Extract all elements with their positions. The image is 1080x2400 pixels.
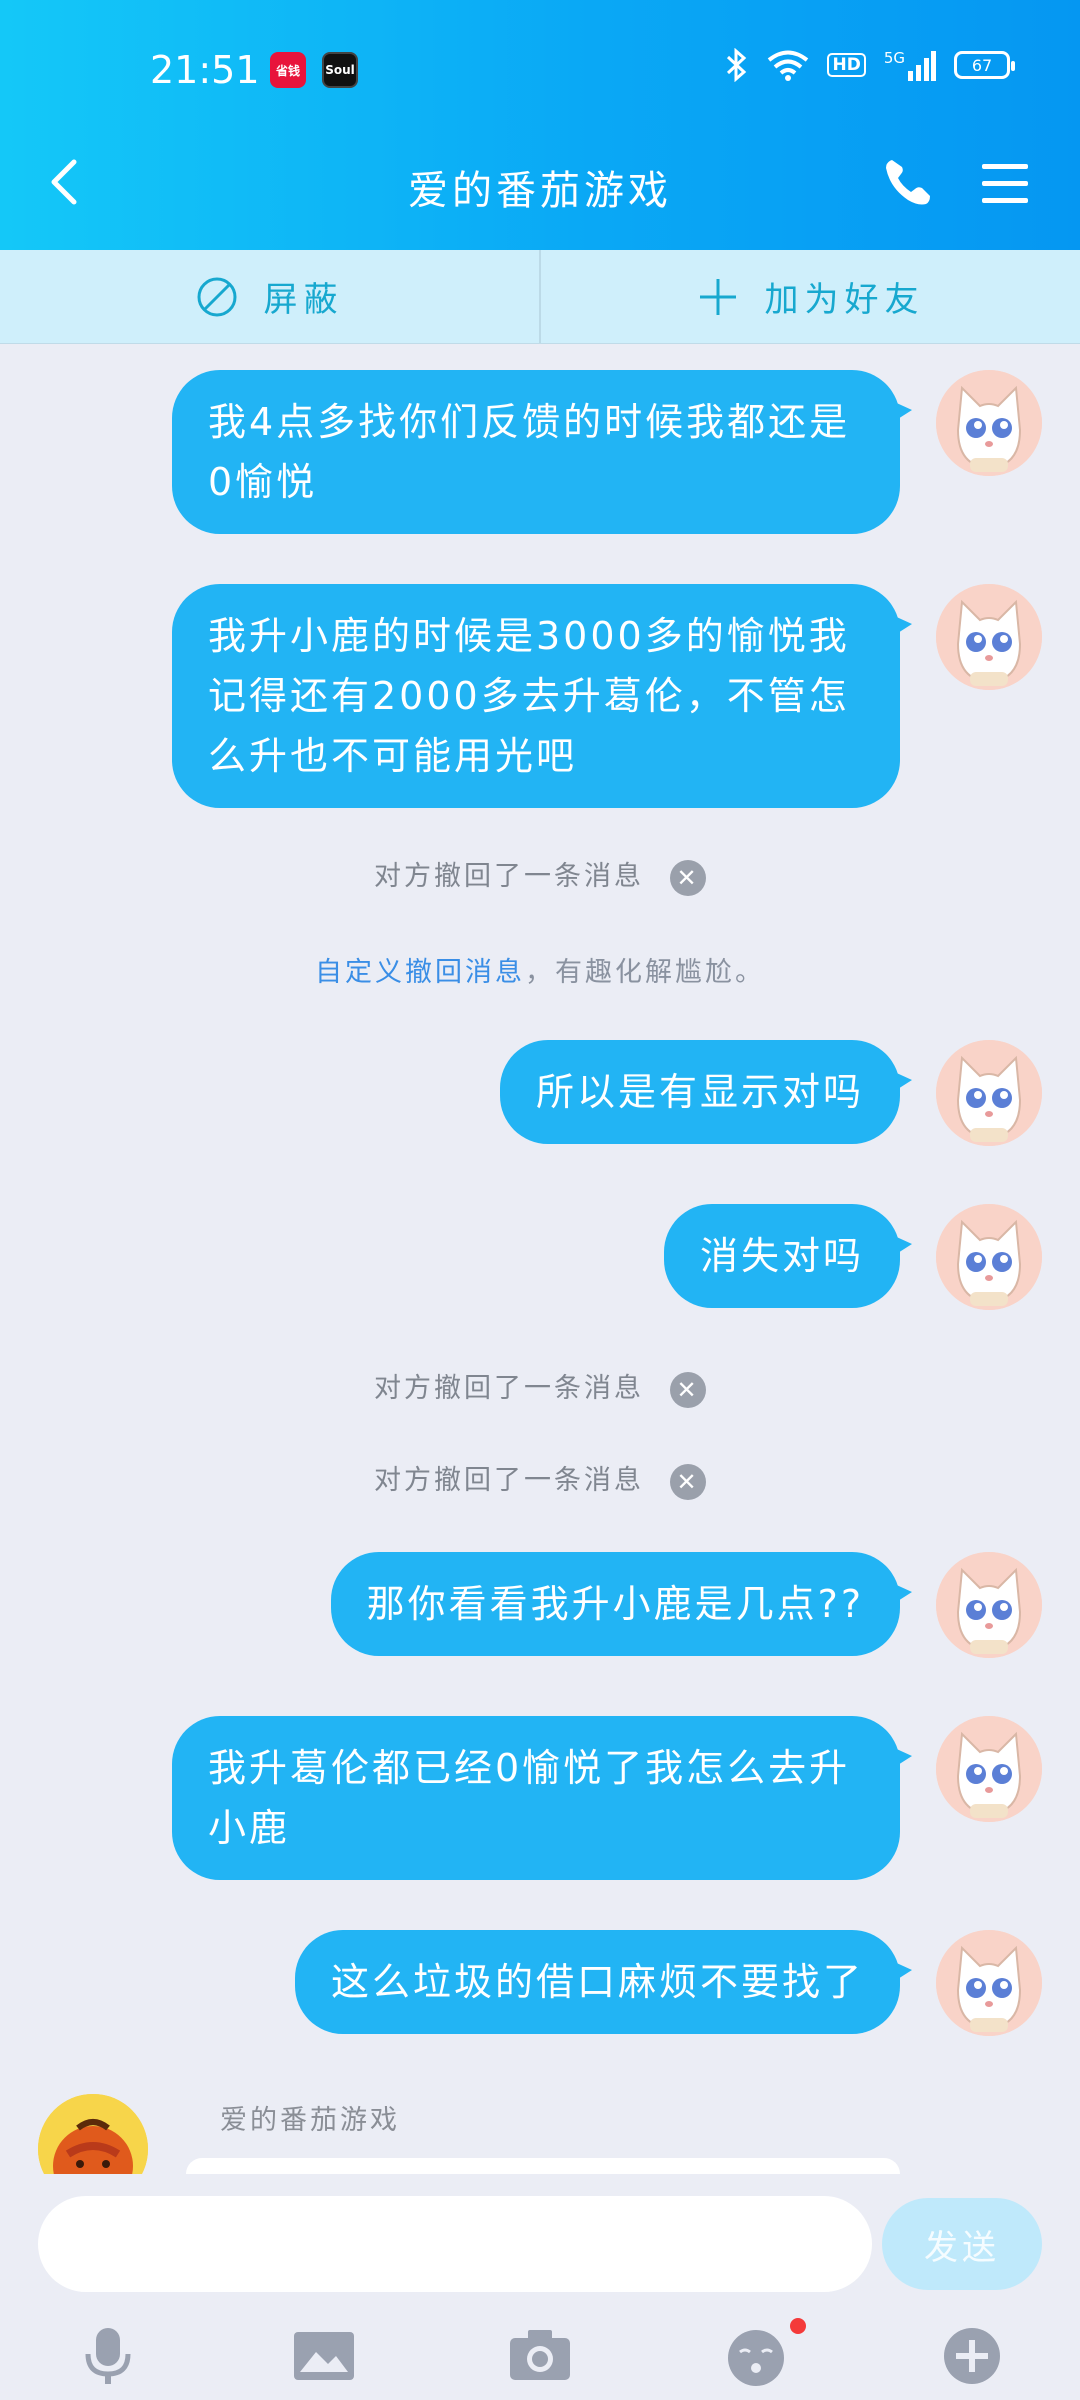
outgoing-message-bubble[interactable]: 我4点多找你们反馈的时候我都还是0愉悦 — [172, 370, 912, 534]
message-text: 这么垃圾的借口麻烦不要找了 — [330, 1960, 864, 2004]
wifi-icon — [768, 50, 809, 81]
message-text: 我升小鹿的时候是3000多的愉悦我记得还有2000多去升葛伦，不管怎么升也不可能… — [208, 614, 850, 778]
block-icon — [197, 277, 236, 316]
bluetooth-icon — [727, 48, 747, 82]
outgoing-message-bubble[interactable]: 那你看看我升小鹿是几点?? — [330, 1552, 913, 1656]
avatar[interactable] — [936, 584, 1042, 690]
tip-text: ，有趣化解尴尬。 — [525, 957, 765, 988]
close-icon[interactable]: ✕ — [670, 1463, 706, 1500]
recall-tip: 自定义撤回消息，有趣化解尴尬。 — [0, 950, 1080, 989]
close-icon[interactable]: ✕ — [670, 859, 706, 896]
outgoing-message-bubble[interactable]: 所以是有显示对吗 — [499, 1040, 913, 1144]
send-button[interactable]: 发送 — [882, 2198, 1042, 2290]
message-text: 我升葛伦都已经0愉悦了我怎么去升小鹿 — [208, 1746, 851, 1850]
app-badge-shengqian: 省钱 — [270, 52, 306, 88]
outgoing-message-bubble[interactable]: 我升葛伦都已经0愉悦了我怎么去升小鹿 — [172, 1716, 912, 1880]
add-friend-button[interactable]: 加为好友 — [539, 250, 1080, 343]
block-label: 屏蔽 — [263, 280, 344, 320]
avatar[interactable] — [936, 1204, 1042, 1310]
message-text: 消失对吗 — [699, 1234, 864, 1278]
stranger-action-bar: 屏蔽 加为好友 — [0, 250, 1080, 344]
cat-avatar-icon — [936, 1716, 1042, 1822]
recalled-text: 对方撤回了一条消息 — [374, 861, 644, 892]
notification-dot — [790, 2318, 806, 2334]
phone-icon[interactable] — [880, 154, 936, 210]
status-icons: HD 5G 67 — [723, 48, 1015, 82]
cat-avatar-icon — [936, 1040, 1042, 1146]
camera-icon[interactable] — [508, 2324, 572, 2388]
signal-indicator: 5G — [884, 49, 936, 81]
sender-name: 爱的番茄游戏 — [220, 2105, 400, 2136]
cat-avatar-icon — [936, 1552, 1042, 1658]
plus-icon — [699, 278, 736, 315]
emoji-icon[interactable] — [724, 2324, 788, 2388]
status-bar: 21:51 省钱 Soul HD 5G 67 — [0, 40, 1080, 104]
signal-icon — [908, 51, 936, 81]
cat-avatar-icon — [936, 1930, 1042, 2036]
message-text: 那你看看我升小鹿是几点?? — [366, 1582, 864, 1626]
recalled-notice: 对方撤回了一条消息 ✕ — [0, 854, 1080, 896]
hd-indicator: HD — [827, 53, 866, 77]
outgoing-message-bubble[interactable]: 这么垃圾的借口麻烦不要找了 — [294, 1930, 913, 2034]
add-friend-label: 加为好友 — [764, 280, 925, 320]
chat-header: 21:51 省钱 Soul HD 5G 67 爱的番茄游戏 — [0, 0, 1080, 250]
avatar[interactable] — [936, 1552, 1042, 1658]
avatar[interactable] — [936, 370, 1042, 476]
image-icon[interactable] — [292, 2324, 356, 2388]
cat-avatar-icon — [936, 370, 1042, 476]
message-text: 我4点多找你们反馈的时候我都还是0愉悦 — [208, 400, 851, 504]
avatar[interactable] — [936, 1040, 1042, 1146]
chat-message-list[interactable]: 我4点多找你们反馈的时候我都还是0愉悦 我升小鹿的时候是3000多的愉悦我记得还… — [0, 344, 1080, 2174]
recalled-text: 对方撤回了一条消息 — [374, 1465, 644, 1496]
nav-bar: 爱的番茄游戏 — [0, 130, 1080, 240]
close-icon[interactable]: ✕ — [670, 1371, 706, 1408]
plus-icon[interactable] — [940, 2324, 1004, 2388]
menu-icon[interactable] — [978, 156, 1032, 210]
cat-avatar-icon — [936, 584, 1042, 690]
outgoing-message-bubble[interactable]: 我升小鹿的时候是3000多的愉悦我记得还有2000多去升葛伦，不管怎么升也不可能… — [172, 584, 912, 808]
incoming-message-bubble[interactable] — [186, 2158, 900, 2174]
cat-avatar-icon — [936, 1204, 1042, 1310]
battery-indicator: 67 — [954, 51, 1015, 79]
status-time: 21:51 — [150, 48, 260, 92]
avatar[interactable] — [936, 1930, 1042, 2036]
recalled-text: 对方撤回了一条消息 — [374, 1373, 644, 1404]
avatar[interactable] — [936, 1716, 1042, 1822]
app-badge-soul: Soul — [322, 52, 358, 88]
message-input[interactable] — [38, 2196, 872, 2292]
outgoing-message-bubble[interactable]: 消失对吗 — [663, 1204, 913, 1308]
message-text: 所以是有显示对吗 — [535, 1070, 864, 1114]
recalled-notice: 对方撤回了一条消息 ✕ — [0, 1366, 1080, 1408]
input-toolbar — [0, 2308, 1080, 2398]
recalled-notice: 对方撤回了一条消息 ✕ — [0, 1458, 1080, 1500]
microphone-icon[interactable] — [76, 2324, 140, 2388]
input-area: 发送 — [0, 2174, 1080, 2400]
custom-recall-link[interactable]: 自定义撤回消息 — [315, 957, 525, 988]
block-button[interactable]: 屏蔽 — [0, 250, 539, 343]
